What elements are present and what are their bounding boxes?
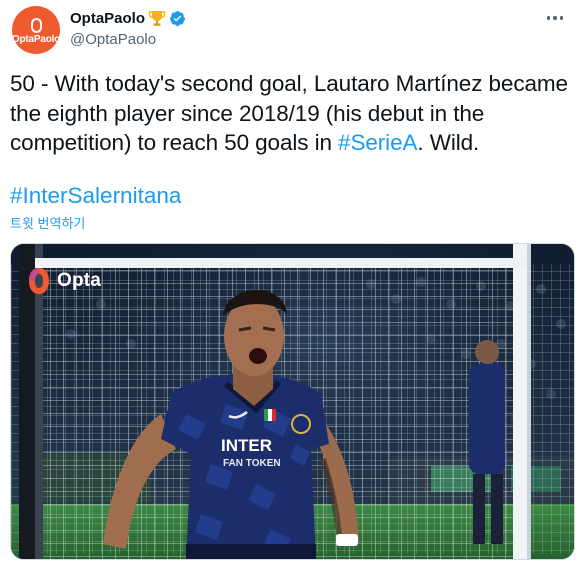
avatar-brand-text: OptaPaolo bbox=[11, 33, 61, 45]
opta-wordmark: Opta bbox=[57, 270, 102, 291]
opta-watermark: Opta bbox=[27, 266, 101, 296]
translate-tweet-link[interactable]: 트윗 번역하기 bbox=[10, 213, 85, 232]
verified-icon bbox=[169, 10, 186, 27]
tweet-text: 50 - With today's second goal, Lautaro M… bbox=[10, 69, 575, 158]
tweet-text-end: . Wild. bbox=[417, 130, 480, 155]
tweet-text-main: 50 - With today's second goal, Lautaro M… bbox=[10, 71, 568, 155]
author-handle[interactable]: @OptaPaolo bbox=[70, 31, 156, 48]
opta-logo-icon bbox=[27, 266, 51, 296]
more-options-icon[interactable] bbox=[543, 8, 567, 28]
hashtag-seriea-link[interactable]: #SerieA bbox=[338, 130, 417, 155]
tweet-media-image[interactable]: INTER FAN TOKEN Opta bbox=[10, 243, 575, 560]
tweet-card: OptaPaolo OptaPaolo @OptaPaolo 50 - With… bbox=[0, 0, 581, 567]
jersey-sub-text: FAN TOKEN bbox=[223, 458, 281, 469]
jersey-sponsor-text: INTER bbox=[221, 436, 272, 455]
author-name-row: OptaPaolo bbox=[70, 9, 186, 27]
avatar-logo-icon bbox=[30, 17, 42, 33]
hashtag-intersalernitana-link[interactable]: #InterSalernitana bbox=[10, 181, 181, 210]
trophy-icon bbox=[148, 9, 166, 27]
avatar[interactable]: OptaPaolo bbox=[12, 6, 60, 54]
author-display-name[interactable]: OptaPaolo bbox=[70, 10, 145, 27]
